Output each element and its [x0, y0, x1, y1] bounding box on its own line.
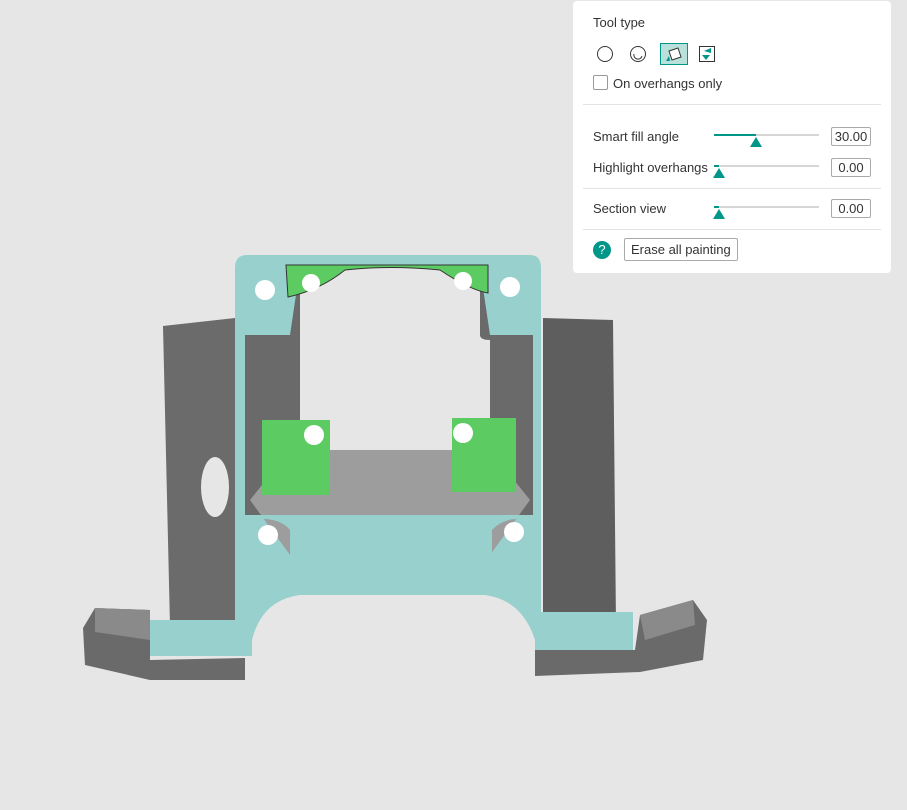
divider — [583, 104, 881, 105]
smart-fill-angle-slider[interactable] — [714, 134, 819, 147]
divider — [583, 229, 881, 230]
smart-fill-angle-input[interactable]: 30.00 — [831, 127, 871, 146]
section-view-input[interactable]: 0.00 — [831, 199, 871, 218]
tool-type-label: Tool type — [593, 15, 646, 30]
circle-tool-button[interactable] — [593, 43, 617, 65]
fill-tool-button[interactable] — [660, 43, 688, 65]
erase-all-painting-button[interactable]: Erase all painting — [624, 238, 738, 261]
overhangs-only-label: On overhangs only — [613, 76, 723, 91]
help-icon[interactable]: ? — [593, 241, 611, 259]
sphere-tool-button[interactable] — [626, 43, 650, 65]
model — [83, 255, 707, 680]
slider-thumb[interactable] — [713, 209, 725, 219]
highlight-overhangs-input[interactable]: 0.00 — [831, 158, 871, 177]
paint-tool-panel: Tool type On overhangs only Smart fill a… — [573, 1, 891, 273]
section-view-label: Section view — [593, 201, 666, 216]
section-view-slider[interactable] — [713, 206, 819, 219]
overhangs-only-checkbox[interactable] — [593, 75, 608, 90]
sphere-icon — [630, 46, 646, 62]
paint-bucket-icon — [666, 47, 682, 61]
slider-thumb[interactable] — [749, 137, 762, 147]
slider-thumb[interactable] — [713, 168, 725, 178]
highlight-overhangs-label: Highlight overhangs — [593, 160, 708, 175]
highlight-overhangs-slider[interactable] — [713, 165, 819, 178]
gap-fill-icon — [699, 46, 715, 62]
circle-icon — [597, 46, 613, 62]
smart-fill-angle-label: Smart fill angle — [593, 129, 679, 144]
divider — [583, 188, 881, 189]
gap-fill-tool-button[interactable] — [695, 43, 719, 65]
